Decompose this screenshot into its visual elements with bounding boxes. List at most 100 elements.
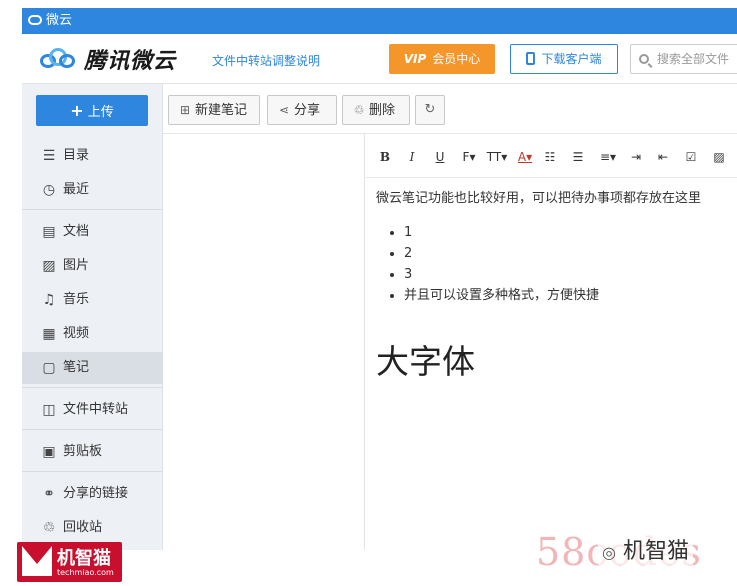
- sidebar-item-transfer[interactable]: ◫ 文件中转站: [22, 394, 162, 426]
- download-label: 下载客户端: [541, 52, 602, 66]
- numbered-list-icon[interactable]: ☰: [571, 148, 585, 166]
- share-label: 分享: [294, 103, 321, 118]
- bullet-list-icon[interactable]: ☷: [543, 148, 557, 166]
- note-paragraph: 微云笔记功能也比较好用，可以把待办事项都存放在这里: [376, 191, 702, 206]
- divider: [22, 471, 162, 472]
- logo-text: 腾讯微云: [84, 49, 177, 74]
- font-family-label: F: [462, 150, 470, 164]
- search-box[interactable]: [630, 44, 737, 74]
- sidebar-item-images[interactable]: ▨ 图片: [22, 250, 162, 282]
- note-editor: B I U F▾ TT▾ A▾ ☷ ☰ ≡▾ ⇥ ⇤ ☑ ▨ 微云笔记功能也比较…: [366, 134, 737, 550]
- cloud-logo-icon: [40, 48, 76, 70]
- wechat-account-name: 机智猫: [622, 539, 689, 564]
- sidebar-item-label: 文档: [63, 224, 90, 239]
- watermark-url: techmiao.com: [57, 568, 114, 577]
- new-note-label: 新建笔记: [195, 103, 248, 118]
- outdent-icon[interactable]: ⇤: [656, 148, 670, 166]
- sidebar-item-label: 回收站: [63, 520, 103, 535]
- underline-button[interactable]: U: [434, 148, 446, 166]
- note-large-text: 大字体: [376, 342, 475, 381]
- align-icon[interactable]: ≡▾: [598, 148, 618, 166]
- insert-image-icon[interactable]: ▨: [711, 148, 727, 166]
- wechat-account-watermark: ◎ 机智猫: [598, 533, 693, 565]
- note-toolbar: ⊞ 新建笔记 ⋖ 分享 ♲ 删除 ↻: [163, 84, 737, 134]
- sidebar-item-documents[interactable]: ▤ 文档: [22, 216, 162, 248]
- sidebar-item-recycle-bin[interactable]: ♲ 回收站: [22, 512, 162, 544]
- upload-label: 上传: [87, 105, 114, 120]
- sidebar-item-video[interactable]: ▦ 视频: [22, 318, 162, 350]
- sidebar-item-music[interactable]: ♫ 音乐: [22, 284, 162, 316]
- refresh-icon: ↻: [424, 102, 436, 117]
- link-icon: ⚭: [43, 486, 55, 502]
- font-family-button[interactable]: F▾: [461, 148, 477, 166]
- bold-button[interactable]: B: [379, 148, 391, 166]
- download-client-button[interactable]: 下载客户端: [510, 44, 618, 74]
- sidebar-item-notes[interactable]: ▢ 笔记: [22, 352, 162, 384]
- wechat-icon: ◎: [602, 543, 616, 562]
- trash-icon: ♲: [42, 520, 56, 536]
- trash-icon: ♲: [353, 103, 365, 117]
- search-input[interactable]: [657, 52, 737, 66]
- list-icon: ☰: [42, 148, 56, 164]
- sidebar-item-label: 音乐: [63, 292, 90, 307]
- sidebar-item-label: 笔记: [63, 360, 90, 375]
- video-icon: ▦: [42, 326, 56, 342]
- refresh-button[interactable]: ↻: [415, 95, 445, 125]
- list-item: 并且可以设置多种格式，方便快捷: [404, 285, 736, 306]
- delete-label: 删除: [369, 103, 396, 118]
- font-size-label: TT: [486, 150, 502, 164]
- share-button[interactable]: ⋖ 分享: [267, 95, 337, 125]
- note-list: [163, 84, 365, 550]
- divider: [22, 429, 162, 430]
- search-icon: [639, 54, 649, 64]
- vip-label: 会员中心: [432, 52, 481, 66]
- list-item: 1: [404, 222, 736, 243]
- window-title: 微云: [46, 13, 73, 28]
- sidebar-item-catalog[interactable]: ☰ 目录: [22, 140, 162, 172]
- weiyun-logo[interactable]: 腾讯微云: [40, 46, 177, 74]
- delete-button[interactable]: ♲ 删除: [342, 95, 410, 125]
- sidebar-item-recent[interactable]: ◷ 最近: [22, 174, 162, 206]
- italic-button[interactable]: I: [407, 148, 417, 166]
- document-icon: ▤: [42, 224, 56, 240]
- new-note-icon: ⊞: [179, 103, 191, 117]
- sidebar-item-clipboard[interactable]: ▣ 剪贴板: [22, 436, 162, 468]
- window-titlebar: 微云: [22, 8, 737, 34]
- new-note-button[interactable]: ⊞ 新建笔记: [168, 95, 260, 125]
- checkbox-icon[interactable]: ☑: [684, 148, 698, 166]
- share-icon: ⋖: [278, 103, 290, 117]
- sidebar-item-shared-links[interactable]: ⚭ 分享的链接: [22, 478, 162, 510]
- sidebar-item-label: 最近: [63, 182, 90, 197]
- sidebar-item-label: 分享的链接: [63, 486, 129, 501]
- divider: [22, 387, 162, 388]
- plus-icon: +: [70, 101, 84, 120]
- font-color-label: A: [517, 150, 527, 164]
- note-icon: ▢: [42, 360, 56, 376]
- phone-icon: [526, 52, 536, 65]
- app-header: 腾讯微云 文件中转站调整说明 VIP 会员中心 下载客户端: [22, 34, 737, 84]
- format-toolbar: B I U F▾ TT▾ A▾ ☷ ☰ ≡▾ ⇥ ⇤ ☑ ▨: [366, 134, 737, 178]
- transfer-notice-link[interactable]: 文件中转站调整说明: [212, 52, 320, 69]
- techmiao-watermark: 机智猫 techmiao.com: [17, 542, 122, 582]
- font-size-button[interactable]: TT▾: [486, 148, 508, 166]
- image-icon: ▨: [42, 258, 56, 274]
- indent-icon[interactable]: ⇥: [629, 148, 643, 166]
- sidebar-item-label: 目录: [63, 148, 90, 163]
- vip-center-button[interactable]: VIP 会员中心: [389, 44, 495, 74]
- transfer-icon: ◫: [42, 402, 56, 418]
- clock-icon: ◷: [42, 182, 56, 198]
- note-content[interactable]: 微云笔记功能也比较好用，可以把待办事项都存放在这里 1 2 3 并且可以设置多种…: [376, 190, 736, 382]
- sidebar-item-label: 图片: [63, 258, 90, 273]
- upload-button[interactable]: + 上传: [36, 95, 148, 126]
- divider: [22, 209, 162, 210]
- cloud-icon: [28, 15, 42, 25]
- font-color-button[interactable]: A▾: [516, 148, 534, 166]
- watermark-title: 机智猫: [57, 548, 111, 569]
- clipboard-icon: ▣: [42, 444, 56, 460]
- sidebar-item-label: 文件中转站: [63, 402, 129, 417]
- music-icon: ♫: [42, 292, 56, 308]
- sidebar: + 上传 ☰ 目录 ◷ 最近 ▤ 文档 ▨ 图片 ♫ 音乐 ▦ 视频 ▢ 笔记 ◫…: [22, 84, 163, 550]
- list-item: 2: [404, 243, 736, 264]
- m-logo-icon: [22, 546, 52, 576]
- sidebar-item-label: 视频: [63, 326, 90, 341]
